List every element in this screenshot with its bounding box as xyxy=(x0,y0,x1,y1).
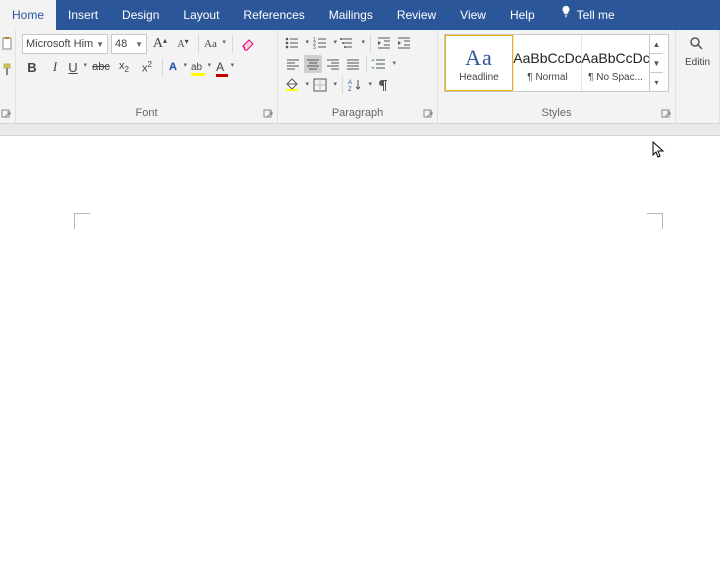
tab-review[interactable]: Review xyxy=(385,0,448,30)
group-paragraph-label: Paragraph xyxy=(332,107,383,119)
font-name-combo[interactable]: Microsoft Him ▼ xyxy=(22,34,108,54)
style-name: ¶ No Spac... xyxy=(588,72,643,83)
find-label: Editin xyxy=(685,57,710,68)
underline-button[interactable]: U xyxy=(68,57,88,77)
subscript-button[interactable]: x2 xyxy=(114,57,134,77)
search-icon xyxy=(689,36,705,55)
svg-text:A: A xyxy=(348,80,352,86)
line-spacing-button[interactable] xyxy=(371,55,397,73)
style-preview: AaBbCcDc xyxy=(581,44,649,72)
styles-gallery-scroll: ▲ ▼ ▾ xyxy=(649,35,663,91)
style-preview: Aa xyxy=(465,44,493,72)
chevron-down-icon: ▼ xyxy=(135,40,143,49)
clear-formatting-button[interactable] xyxy=(238,34,258,54)
style-swatch-normal[interactable]: AaBbCcDc ¶ Normal xyxy=(513,35,581,91)
justify-button[interactable] xyxy=(344,55,362,73)
bold-button[interactable]: B xyxy=(22,57,42,77)
tab-home[interactable]: Home xyxy=(0,0,56,30)
page-margin-corner-icon xyxy=(74,213,90,229)
ruler-strip xyxy=(0,124,720,136)
font-size-value: 48 xyxy=(115,38,127,50)
group-styles: Aa Headline AaBbCcDc ¶ Normal AaBbCcDc ¶… xyxy=(438,30,676,123)
clipboard-dialog-launcher-icon[interactable] xyxy=(1,109,13,121)
numbering-button[interactable]: 123 xyxy=(312,34,338,52)
change-case-button[interactable]: Aa xyxy=(204,34,227,54)
ribbon-tabs: Home Insert Design Layout References Mai… xyxy=(0,0,720,30)
page-margin-corner-icon xyxy=(647,213,663,229)
tab-references[interactable]: References xyxy=(231,0,316,30)
tab-help[interactable]: Help xyxy=(498,0,547,30)
grow-font-button[interactable]: A▴ xyxy=(150,34,170,54)
group-font: Microsoft Him ▼ 48 ▼ A▴ A▾ Aa B I xyxy=(16,30,278,123)
align-left-button[interactable] xyxy=(284,55,302,73)
highlight-button[interactable]: ab xyxy=(191,57,212,77)
group-editing: Editin xyxy=(676,30,720,123)
style-preview: AaBbCcDc xyxy=(513,44,581,72)
tell-me-search[interactable]: Tell me xyxy=(547,0,627,30)
align-center-button[interactable] xyxy=(304,55,322,73)
superscript-button[interactable]: x2 xyxy=(137,57,157,77)
tab-view[interactable]: View xyxy=(448,0,498,30)
chevron-down-icon: ▼ xyxy=(96,40,104,49)
eraser-icon xyxy=(240,35,256,54)
style-swatch-nospacing[interactable]: AaBbCcDc ¶ No Spac... xyxy=(581,35,649,91)
group-paragraph: 123 AZ Paragrap xyxy=(278,30,438,123)
font-name-value: Microsoft Him xyxy=(26,38,93,50)
tab-design[interactable]: Design xyxy=(110,0,171,30)
format-painter-button[interactable] xyxy=(0,60,18,80)
tab-insert[interactable]: Insert xyxy=(56,0,110,30)
borders-button[interactable] xyxy=(312,76,338,94)
style-name: ¶ Normal xyxy=(527,72,567,83)
group-styles-label: Styles xyxy=(542,107,572,119)
svg-text:Z: Z xyxy=(348,87,352,93)
group-clipboard xyxy=(0,30,16,123)
sort-button[interactable]: AZ xyxy=(347,76,373,94)
shrink-font-button[interactable]: A▾ xyxy=(173,34,193,54)
tab-mailings[interactable]: Mailings xyxy=(317,0,385,30)
shading-button[interactable] xyxy=(284,76,310,94)
paste-button-edge[interactable] xyxy=(0,34,18,54)
font-size-combo[interactable]: 48 ▼ xyxy=(111,34,147,54)
highlight-swatch xyxy=(191,73,205,76)
style-name: Headline xyxy=(459,72,498,83)
increase-indent-button[interactable] xyxy=(395,34,413,52)
svg-text:3: 3 xyxy=(313,45,316,51)
bullets-button[interactable] xyxy=(284,34,310,52)
align-right-button[interactable] xyxy=(324,55,342,73)
tell-me-label: Tell me xyxy=(577,0,615,30)
mouse-cursor-icon xyxy=(652,141,666,159)
gallery-scroll-down[interactable]: ▼ xyxy=(650,53,663,72)
styles-dialog-launcher-icon[interactable] xyxy=(661,109,673,121)
font-color-button[interactable]: A xyxy=(215,57,235,77)
group-font-label: Font xyxy=(135,107,157,119)
ribbon: Microsoft Him ▼ 48 ▼ A▴ A▾ Aa B I xyxy=(0,30,720,124)
tab-layout[interactable]: Layout xyxy=(171,0,231,30)
text-effects-button[interactable]: A xyxy=(168,57,188,77)
style-swatch-headline[interactable]: Aa Headline xyxy=(445,35,513,91)
document-area[interactable] xyxy=(0,136,720,570)
lightbulb-icon xyxy=(559,0,573,30)
font-dialog-launcher-icon[interactable] xyxy=(263,109,275,121)
find-button[interactable]: Editin xyxy=(685,36,710,68)
gallery-scroll-up[interactable]: ▲ xyxy=(650,35,663,53)
paragraph-dialog-launcher-icon[interactable] xyxy=(423,109,435,121)
multilevel-list-button[interactable] xyxy=(340,34,366,52)
strikethrough-button[interactable]: abc xyxy=(91,57,111,77)
italic-button[interactable]: I xyxy=(45,57,65,77)
font-color-swatch xyxy=(216,74,228,77)
styles-gallery: Aa Headline AaBbCcDc ¶ Normal AaBbCcDc ¶… xyxy=(444,34,669,92)
gallery-expand[interactable]: ▾ xyxy=(650,72,663,91)
decrease-indent-button[interactable] xyxy=(375,34,393,52)
show-hide-pilcrow-button[interactable] xyxy=(375,76,393,94)
